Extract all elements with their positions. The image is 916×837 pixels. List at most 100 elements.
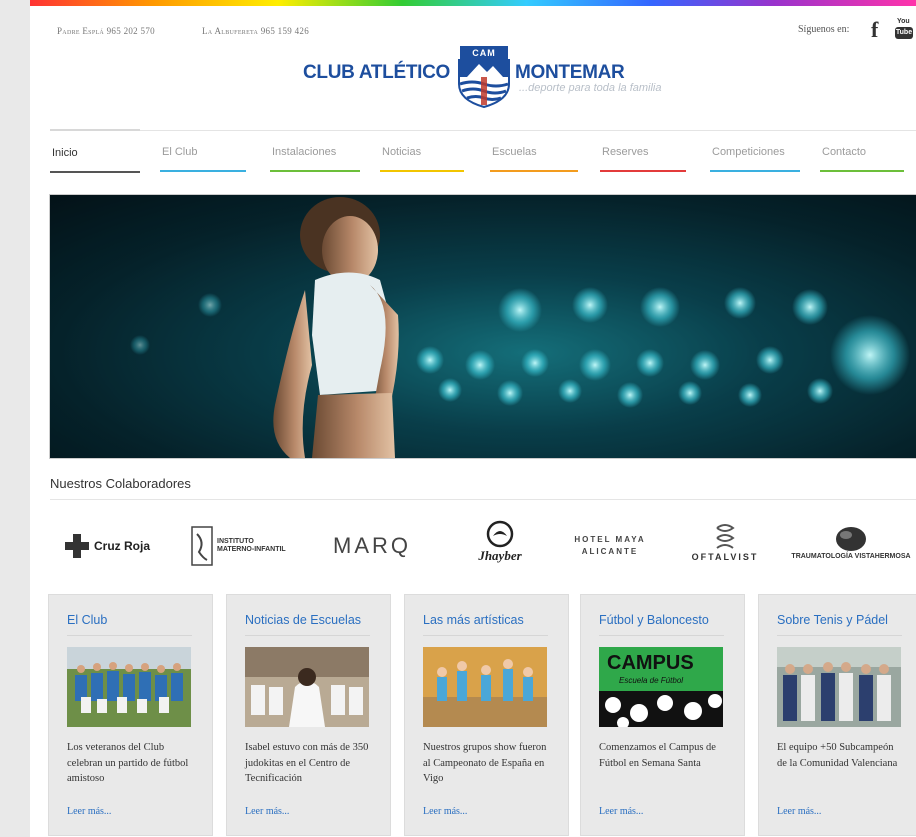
phone-albufereta: La Albufereta 965 159 426 [202, 26, 309, 36]
nav-item-underline [600, 170, 686, 172]
card-text: Nuestros grupos show fueron al Campeonat… [423, 742, 547, 784]
card-divider [599, 635, 724, 636]
crest-label: CAM [460, 46, 508, 61]
nav-item-label: Inicio [52, 147, 78, 159]
judo-photo-image [245, 647, 369, 727]
sponsor-label: Jhayber [478, 548, 522, 563]
club-crest-logo[interactable]: CAM [457, 44, 511, 109]
sponsor-marq[interactable]: MARQ [312, 516, 432, 576]
collaborators-divider [50, 499, 916, 500]
nav-item-contacto[interactable]: Contacto [820, 130, 904, 172]
card-title[interactable]: Las más artísticas [423, 613, 524, 627]
nav-item-label: Noticias [382, 146, 422, 158]
card-photo-grupos-show[interactable] [423, 647, 547, 727]
card-title[interactable]: El Club [67, 613, 107, 627]
hero-banner [49, 194, 916, 459]
rainbow-fade [30, 6, 916, 16]
campus-poster-title: CAMPUS [607, 652, 694, 674]
logo-club-atletico[interactable]: CLUB ATLÉTICO [303, 62, 450, 84]
card-futbol-baloncesto: Fútbol y Baloncesto CAMPUS Escuela de Fú… [580, 594, 745, 836]
tennis-team-photo-image [777, 647, 901, 727]
sponsor-label: TRAUMATOLOGÍA VISTAHERMOSA [791, 552, 911, 560]
logo-montemar[interactable]: MONTEMAR [515, 62, 625, 84]
collaborators-title: Nuestros Colaboradores [50, 476, 191, 491]
nav-item-underline [710, 170, 800, 172]
sponsor-label: MARQ [333, 533, 411, 558]
card-photo-judokitas[interactable] [245, 647, 369, 727]
campus-poster-subtitle: Escuela de Fútbol [619, 676, 683, 685]
phone-number: 965 202 570 [106, 26, 155, 36]
card-text: El equipo +50 Subcampeón de la Comunidad… [777, 742, 898, 769]
card-title[interactable]: Noticias de Escuelas [245, 613, 361, 627]
card-text: Los veteranos del Club celebran un parti… [67, 742, 189, 784]
social-label: Síguenos en: [798, 24, 850, 35]
traumatologia-logo-icon [836, 526, 866, 551]
nav-item-underline [270, 170, 360, 172]
phone-label: Padre Esplá [57, 26, 105, 36]
sponsor-cruz-roja[interactable]: Cruz Roja [52, 516, 162, 576]
nav-item-underline [160, 170, 246, 172]
read-more-link[interactable]: Leer más... [423, 806, 467, 817]
nav-item-label: Escuelas [492, 146, 537, 158]
card-title[interactable]: Sobre Tenis y Pádel [777, 613, 888, 627]
logo-tagline: ...deporte para toda la familia [519, 82, 662, 94]
sponsor-traumatologia-vistahermosa[interactable]: TRAUMATOLOGÍA VISTAHERMOSA [790, 512, 912, 572]
card-noticias-escuelas: Noticias de Escuelas Isabel estuvo con m… [226, 594, 391, 836]
read-more-link[interactable]: Leer más... [67, 806, 111, 817]
nav-item-underline [50, 171, 140, 173]
card-text: Comenzamos el Campus de Fútbol en Semana… [599, 742, 716, 769]
phone-padre-espla: Padre Esplá 965 202 570 [57, 26, 155, 36]
read-more-link[interactable]: Leer más... [245, 806, 289, 817]
youtube-icon[interactable]: You Tube [895, 18, 913, 42]
nav-item-label: Reserves [602, 146, 649, 158]
card-divider [423, 635, 548, 636]
team-photo-image [67, 647, 191, 727]
oftalvist-logo-icon [716, 524, 735, 549]
card-text: Isabel estuvo con más de 350 judokitas e… [245, 742, 369, 784]
phone-label: La Albufereta [202, 26, 259, 36]
card-divider [67, 635, 192, 636]
card-photo-veteranos[interactable] [67, 647, 191, 727]
sponsor-instituto-materno-infantil[interactable]: INSTITUTO MATERNO-INFANTIL [183, 516, 295, 576]
sponsor-hotel-maya[interactable]: HOTEL MAYA ALICANTE [560, 516, 660, 576]
nav-item-escuelas[interactable]: Escuelas [490, 130, 578, 172]
nav-item-label: Contacto [822, 146, 867, 158]
nav-item-reserves[interactable]: Reserves [600, 130, 686, 172]
instituto-logo-icon [191, 526, 213, 566]
card-divider [245, 635, 370, 636]
nav-item-instalaciones[interactable]: Instalaciones [270, 130, 360, 172]
sponsor-jhayber[interactable]: Jhayber [455, 512, 545, 572]
youtube-icon-top: You [897, 18, 910, 25]
campus-poster-image: CAMPUS Escuela de Fútbol [599, 647, 723, 727]
nav-item-label: Instalaciones [272, 146, 337, 158]
card-el-club: El Club Los veteranos del Club celebran … [48, 594, 213, 836]
nav-item-noticias[interactable]: Noticias [380, 130, 464, 172]
nav-item-inicio[interactable]: Inicio [50, 129, 140, 173]
red-cross-icon [64, 534, 89, 558]
sponsor-oftalvist[interactable]: OFTALVIST [680, 512, 770, 572]
sponsor-label: HOTEL MAYA ALICANTE [574, 535, 646, 556]
card-photo-equipo-50[interactable] [777, 647, 901, 727]
youtube-icon-bottom: Tube [895, 27, 913, 39]
main-navigation: Inicio El Club Instalaciones Noticias Escuel… [50, 129, 916, 174]
jhayber-logo-icon [486, 520, 514, 548]
read-more-link[interactable]: Leer más... [599, 806, 643, 817]
nav-item-competiciones[interactable]: Competiciones [710, 130, 800, 172]
nav-item-underline [820, 170, 904, 172]
phone-number: 965 159 426 [260, 26, 310, 36]
card-tenis-padel: Sobre Tenis y Pádel El equipo +50 Subcam… [758, 594, 916, 836]
sponsor-label: INSTITUTO MATERNO-INFANTIL [217, 538, 286, 553]
gymnastics-photo-image [423, 647, 547, 727]
nav-item-label: Competiciones [712, 146, 785, 158]
card-title[interactable]: Fútbol y Baloncesto [599, 613, 709, 627]
facebook-icon[interactable]: f [871, 19, 878, 41]
nav-item-el-club[interactable]: El Club [160, 130, 246, 172]
card-photo-campus[interactable]: CAMPUS Escuela de Fútbol [599, 647, 723, 727]
read-more-link[interactable]: Leer más... [777, 806, 821, 817]
nav-item-underline [380, 170, 464, 172]
hero-image [50, 195, 916, 458]
sponsor-label: OFTALVIST [691, 552, 759, 562]
nav-item-label: El Club [162, 146, 198, 158]
card-divider [777, 635, 902, 636]
card-las-mas-artisticas: Las más artísticas Nuestros grupos show … [404, 594, 569, 836]
